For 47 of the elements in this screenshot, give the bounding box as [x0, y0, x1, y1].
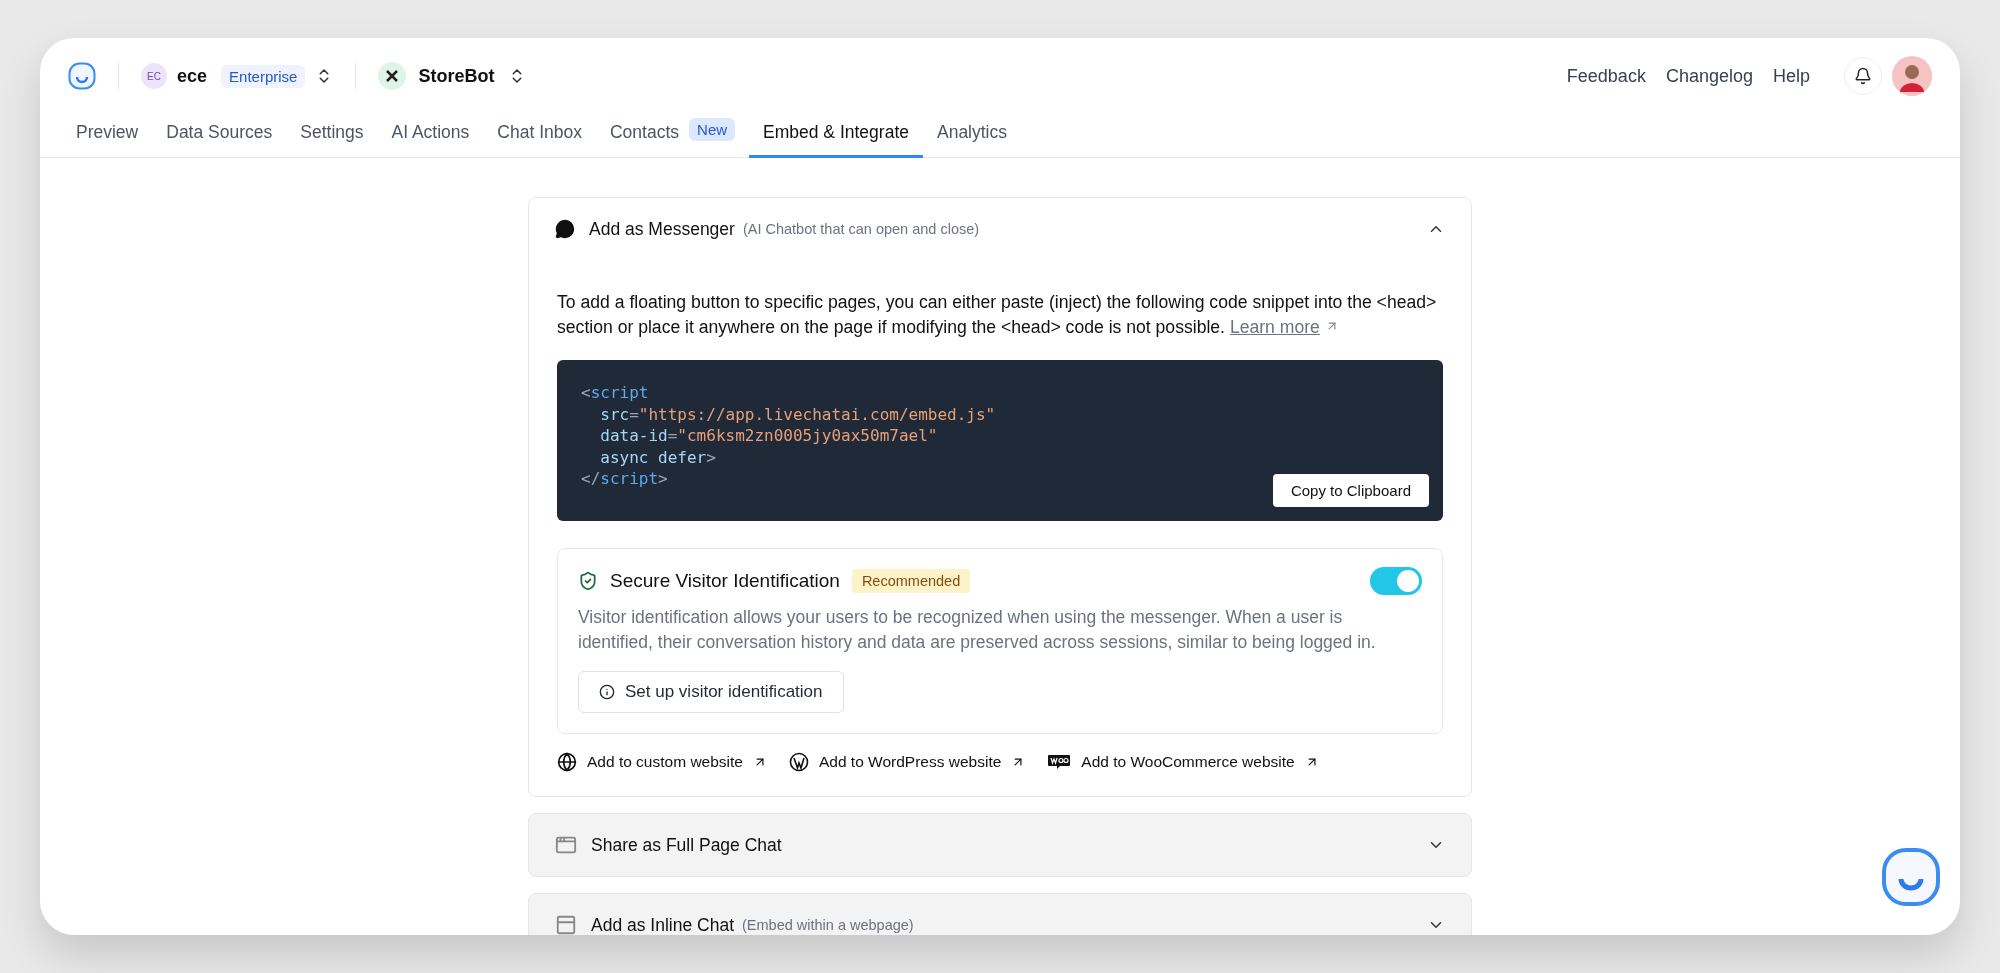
section-title: Add as Messenger — [589, 218, 735, 240]
nav-tab[interactable]: Preview — [62, 122, 153, 158]
nav-tab[interactable]: Chat Inbox — [483, 122, 596, 158]
bot-avatar — [378, 62, 407, 90]
panel-description: Visitor identification allows your users to be recognized when using the messenger. When a user is identified, their conversation history and data are preserved across sessions, similar to being logged in. — [578, 606, 1377, 654]
toggle-switch[interactable] — [1370, 567, 1422, 595]
workspace-avatar: EC — [141, 63, 167, 89]
nav-tab[interactable]: Settings — [286, 122, 378, 158]
accordion-header[interactable]: Share as Full Page Chat — [529, 814, 1471, 876]
section-subtitle: (Embed within a webpage) — [742, 917, 914, 933]
integration-link[interactable]: Add to custom website — [557, 752, 767, 772]
workspace-name: ece — [177, 65, 208, 87]
wordpress-icon — [788, 752, 809, 772]
bell-icon — [1854, 67, 1872, 85]
intro-text: To add a floating button to specific pages, you can either paste (inject) the following code snippet into the <head> section or place it anywhere on the page if modifying the <head> code is not possible. Learn more — [557, 291, 1438, 339]
bot-name: StoreBot — [418, 65, 495, 87]
learn-more-link[interactable]: Learn more — [1229, 317, 1320, 337]
woocommerce-icon — [1047, 754, 1072, 770]
section-title: Add as Inline Chat — [591, 914, 734, 935]
browser-window-icon — [555, 834, 577, 856]
copy-button[interactable]: Copy to Clipboard — [1272, 474, 1429, 507]
section-subtitle: (AI Chatbot that can open and close) — [742, 221, 980, 237]
panel-title: Secure Visitor Identification — [610, 570, 840, 592]
nav-tab[interactable]: Data Sources — [152, 122, 287, 158]
section-title: Share as Full Page Chat — [591, 834, 782, 856]
code-snippet: <script src="https://app.livechatai.com/embed.js" data-id="cm6ksm2zn0005jy0ax50m7ael" async defer> </script> — [581, 382, 997, 490]
plan-badge: Enterprise — [221, 64, 306, 88]
nav-tab[interactable]: Embed & Integrate — [749, 122, 923, 158]
setup-button[interactable]: Set up visitor identification — [578, 671, 844, 713]
accordion-header[interactable]: Add as Inline Chat (Embed within a webpage) — [529, 894, 1471, 935]
shield-check-icon — [578, 571, 598, 591]
accordion-header[interactable]: Add as Messenger (AI Chatbot that can open and close) — [529, 198, 1471, 260]
recommended-badge: Recommended — [851, 569, 971, 593]
chat-bubble-icon — [555, 219, 575, 239]
header-link[interactable]: Feedback — [1566, 65, 1646, 87]
chat-launcher-icon[interactable] — [1881, 847, 1941, 907]
new-badge: New — [689, 118, 736, 141]
browser-window-icon — [555, 914, 577, 935]
nav-tab[interactable]: AI Actions — [377, 122, 484, 158]
header-link[interactable]: Help — [1772, 65, 1810, 87]
user-avatar[interactable] — [1892, 56, 1932, 96]
header-link[interactable]: Changelog — [1665, 65, 1753, 87]
info-icon — [599, 684, 615, 700]
nav-tab[interactable]: Analytics — [923, 122, 1021, 158]
integration-link[interactable]: Add to WordPress website — [788, 752, 1026, 772]
integration-link[interactable]: Add to WooCommerce website — [1047, 752, 1319, 772]
smiley-logo-icon — [68, 62, 96, 90]
